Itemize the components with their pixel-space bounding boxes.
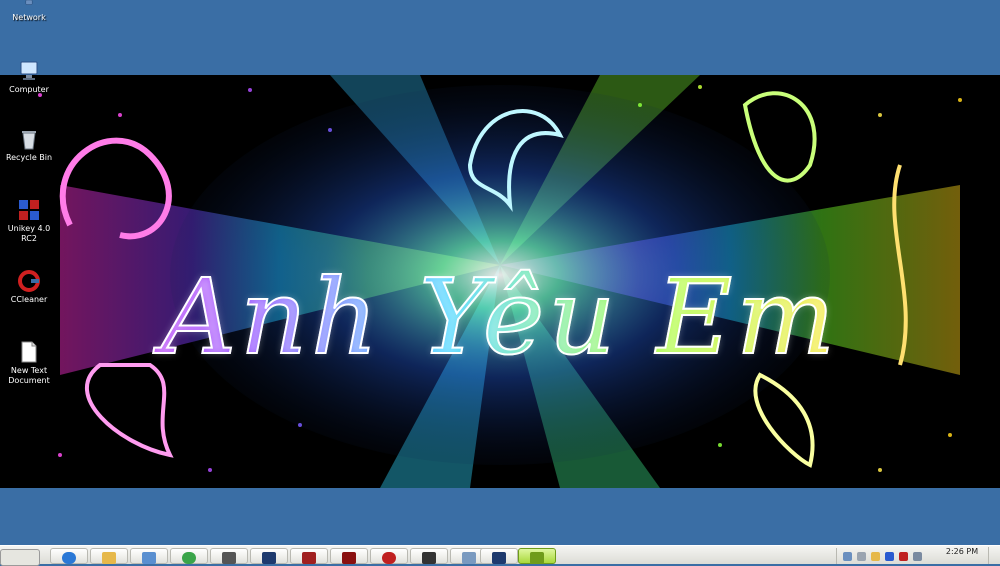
wallpaper-text: Anh Yêu Em — [0, 264, 1000, 370]
taskbar-button-ie[interactable] — [50, 548, 88, 564]
media-icon — [142, 552, 156, 564]
taskbar-clock[interactable]: 2:26 PM — [942, 547, 982, 556]
recycle-bin-icon — [22, 131, 36, 150]
start-button[interactable] — [0, 549, 40, 566]
desktop-icon-label: Unikey 4.0 RC2 — [7, 224, 51, 243]
desktop-icon-unikey[interactable]: Unikey 4.0 RC2 — [4, 199, 54, 244]
tray-unikey-icon[interactable] — [885, 552, 894, 561]
screen-icon — [530, 552, 544, 564]
taskbar-button-chrome[interactable] — [170, 548, 208, 564]
desktop-icon-label: Network — [12, 13, 46, 22]
taskbar-button-record[interactable] — [370, 548, 408, 564]
taskbar-button-folder[interactable] — [90, 548, 128, 564]
folder-icon — [102, 552, 116, 564]
desktop-icon-label: CCleaner — [10, 295, 48, 304]
desktop-icon-label: Recycle Bin — [5, 153, 53, 162]
text-document-icon — [21, 341, 37, 363]
desktop-wallpaper: Anh Yêu Em — [0, 75, 1000, 488]
tray-network-icon[interactable] — [857, 552, 866, 561]
system-tray — [836, 548, 941, 564]
window-icon — [462, 552, 476, 564]
taskbar-button-photoshop-2[interactable] — [480, 548, 518, 564]
film-icon — [422, 552, 436, 564]
taskbar: 2:26 PM — [0, 545, 1000, 566]
tray-app-icon[interactable] — [899, 552, 908, 561]
taskbar-button-app2[interactable] — [330, 548, 368, 564]
taskbar-button-app[interactable] — [290, 548, 328, 564]
desktop-icon-computer[interactable]: Computer — [4, 60, 54, 95]
taskbar-button-photoshop[interactable] — [250, 548, 288, 564]
record-icon — [382, 552, 396, 564]
show-desktop-button[interactable] — [988, 547, 1000, 564]
people-icon — [222, 552, 236, 564]
computer-icon — [20, 61, 38, 80]
ccleaner-icon — [18, 270, 40, 292]
tray-volume-icon[interactable] — [913, 552, 922, 561]
chrome-icon — [182, 552, 196, 564]
desktop-icon-label: New Text Document — [8, 366, 50, 385]
desktop-icon-text-document[interactable]: New Text Document — [4, 341, 54, 386]
photoshop-icon — [262, 552, 276, 564]
desktop-icon-recycle-bin[interactable]: Recycle Bin — [4, 128, 54, 163]
tray-flag-icon[interactable] — [871, 552, 880, 561]
photoshop2-icon — [492, 552, 506, 564]
taskbar-button-film[interactable] — [410, 548, 448, 564]
taskbar-button-media[interactable] — [130, 548, 168, 564]
tray-up-icon[interactable] — [843, 552, 852, 561]
app-icon — [302, 552, 316, 564]
desktop-icon-ccleaner[interactable]: CCleaner — [4, 270, 54, 305]
ie-icon — [62, 552, 76, 564]
network-icon — [25, 0, 33, 5]
taskbar-button-screen[interactable] — [518, 548, 556, 564]
unikey-icon — [19, 200, 39, 220]
app2-icon — [342, 552, 356, 564]
taskbar-button-people[interactable] — [210, 548, 248, 564]
desktop-icon-network[interactable]: Network — [4, 0, 54, 23]
desktop-icon-label: Computer — [9, 85, 49, 94]
